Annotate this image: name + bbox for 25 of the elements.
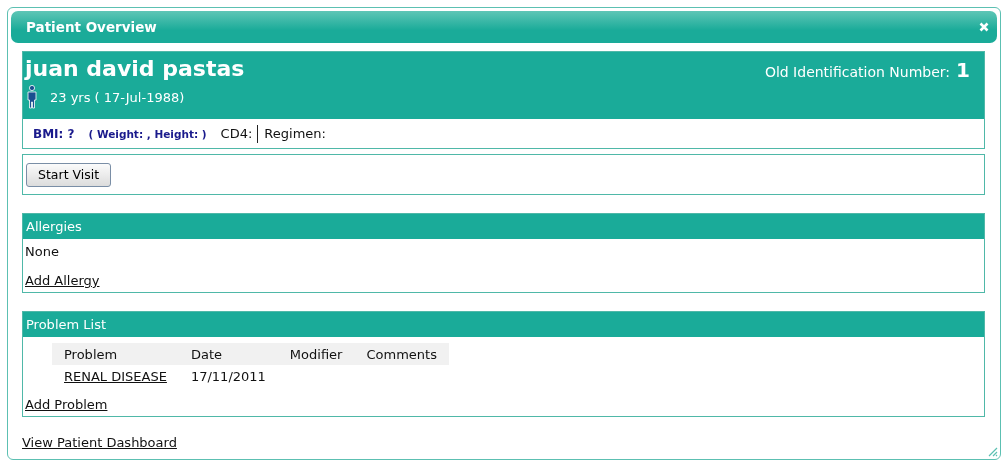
allergy-item: None (25, 243, 60, 261)
cd4-label: CD4: (220, 126, 253, 141)
panel-title: Problem List (26, 317, 106, 332)
patient-age: 23 yrs ( 17-Jul-1988) (50, 89, 185, 105)
column-header: Date (178, 343, 278, 365)
start-visit-button[interactable]: Start Visit (26, 162, 112, 187)
column-header: Problem (52, 343, 179, 365)
column-header: Comments (354, 343, 449, 365)
bmi-label: BMI: ? (33, 126, 75, 141)
panel-title: Allergies (26, 219, 82, 234)
resize-grip-icon[interactable] (986, 445, 998, 457)
problem-link[interactable]: RENAL DISEASE (64, 368, 167, 384)
window-title: Patient Overview (26, 19, 157, 35)
close-icon[interactable] (979, 22, 989, 32)
column-header: Modifier (277, 343, 355, 365)
regimen-label: Regimen: (264, 126, 326, 141)
table-cell: 17/11/2011 (178, 365, 278, 387)
add-problem-link[interactable]: Add Problem (25, 397, 108, 412)
id-label: Old Identification Number: (764, 64, 951, 80)
person-icon (26, 85, 38, 109)
weight-height-label: ( Weight: , Height: ) (88, 127, 207, 140)
patient-name: juan david pastas (25, 55, 245, 83)
id-value: 1 (956, 58, 970, 82)
patient-dashboard-link[interactable]: View Patient Dashboard (22, 435, 177, 450)
add-allergy-link[interactable]: Add Allergy (25, 273, 100, 288)
